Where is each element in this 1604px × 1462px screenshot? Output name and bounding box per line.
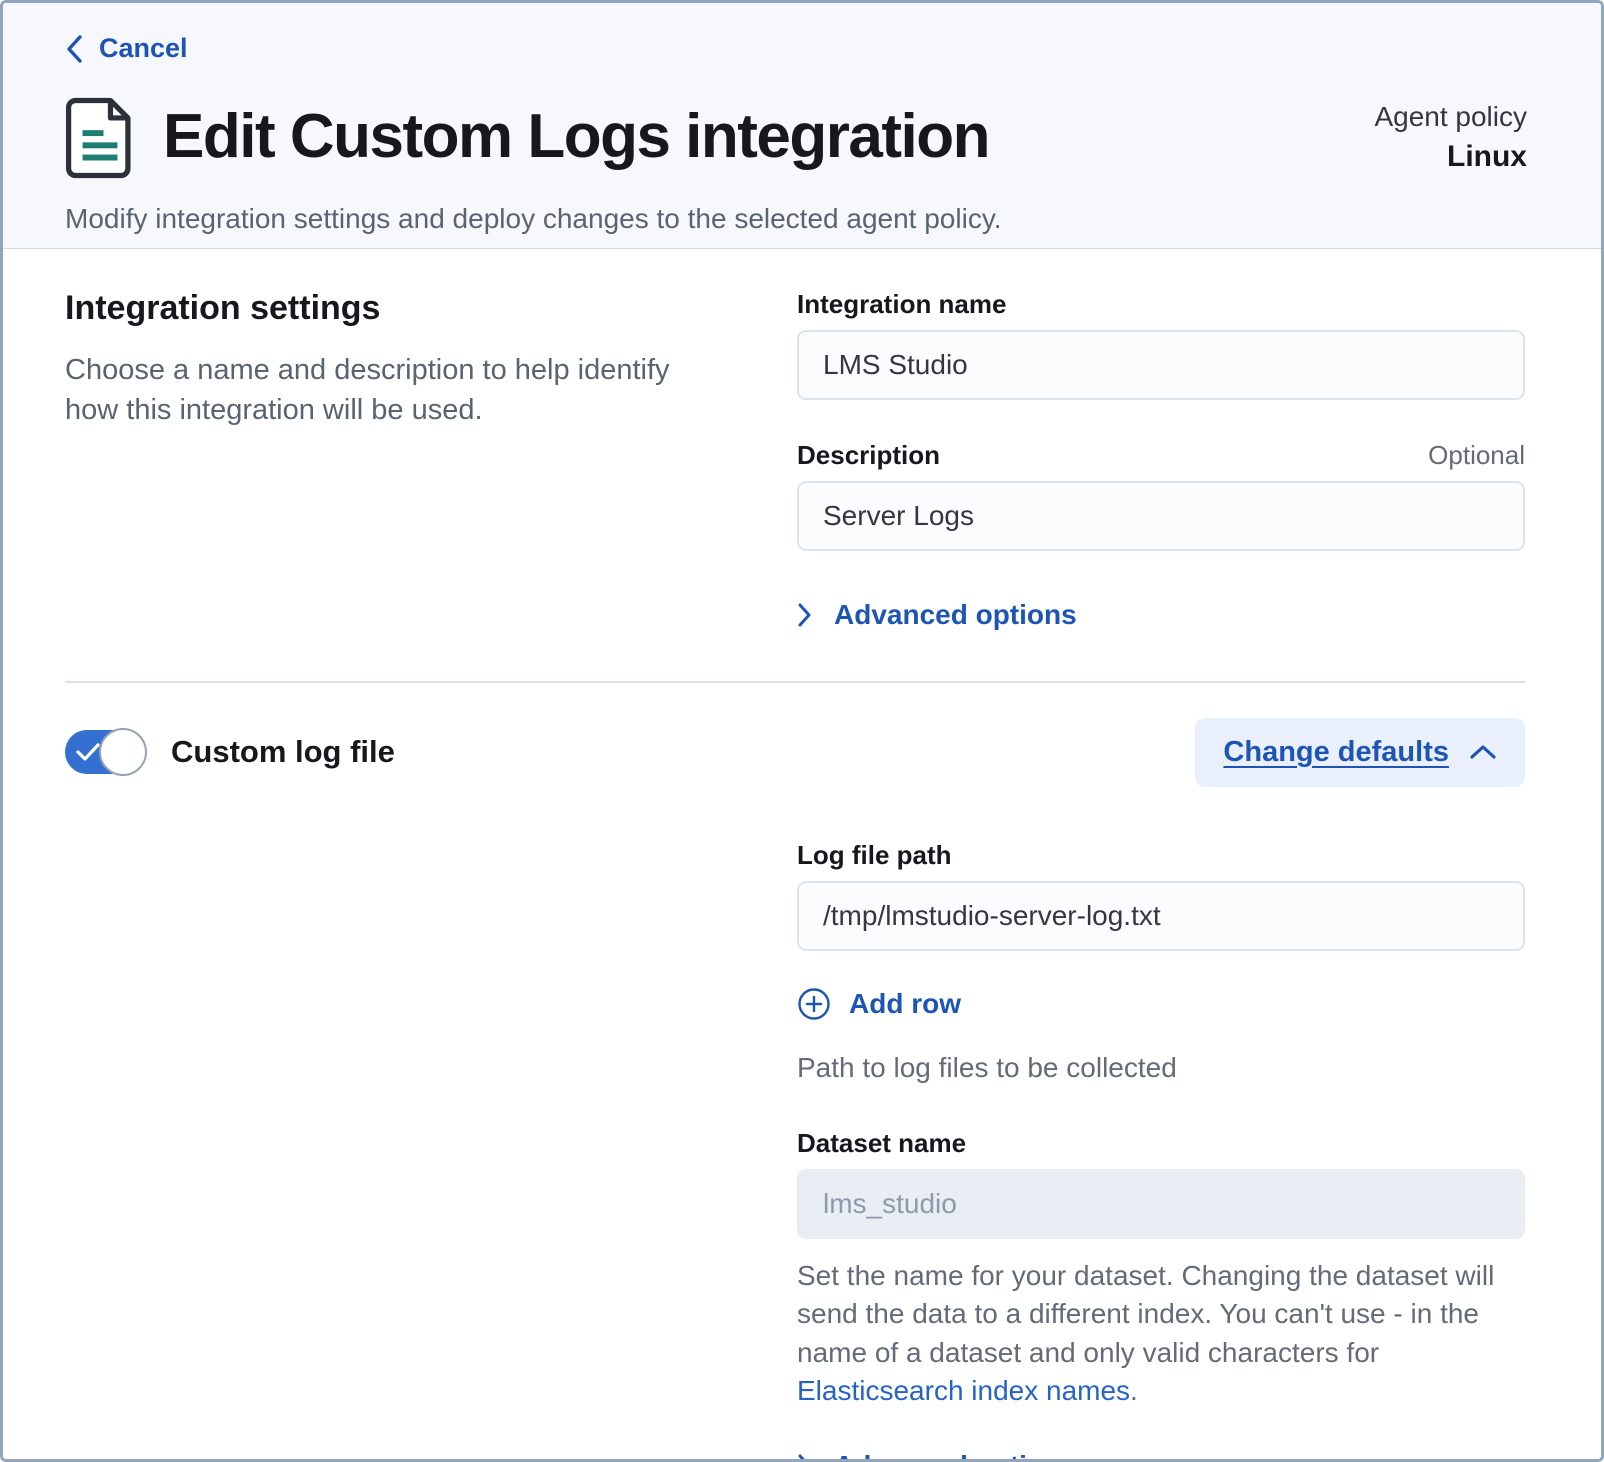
custom-log-file-header: Custom log file Change defaults: [65, 717, 1525, 787]
dataset-help-period: .: [1130, 1375, 1138, 1406]
log-file-path-help: Path to log files to be collected: [797, 1052, 1525, 1084]
chevron-right-icon: [797, 1453, 812, 1462]
change-defaults-button[interactable]: Change defaults: [1195, 718, 1525, 787]
integration-settings-description: Choose a name and description to help id…: [65, 350, 705, 430]
description-input[interactable]: [797, 481, 1525, 551]
check-icon: [75, 741, 101, 768]
advanced-options-label: Advanced options: [834, 599, 1077, 631]
log-file-path-label: Log file path: [797, 840, 952, 871]
integration-name-input[interactable]: [797, 330, 1525, 400]
dataset-name-label: Dataset name: [797, 1128, 966, 1159]
integration-settings-section: Integration settings Choose a name and d…: [65, 289, 1525, 633]
cancel-label: Cancel: [99, 33, 188, 64]
add-row-label: Add row: [849, 988, 961, 1020]
chevron-left-icon: [65, 34, 83, 64]
change-defaults-label: Change defaults: [1223, 736, 1449, 769]
advanced-options-label: Advanced options: [834, 1450, 1077, 1462]
page-subtitle: Modify integration settings and deploy c…: [65, 203, 1527, 235]
log-file-path-field: Log file path: [797, 840, 1525, 951]
dataset-name-input: [797, 1169, 1525, 1239]
custom-log-file-form: Log file path Add row Path to log files …: [797, 840, 1525, 1462]
page-title: Edit Custom Logs integration: [163, 103, 989, 171]
custom-log-file-label: Custom log file: [171, 734, 395, 770]
log-file-icon: [65, 97, 135, 179]
integration-settings-heading: Integration settings: [65, 289, 725, 328]
toggle-knob: [99, 728, 147, 776]
agent-policy-block: Agent policy Linux: [1374, 97, 1527, 177]
description-field: Description Optional: [797, 440, 1525, 551]
custom-log-file-toggle[interactable]: [65, 730, 143, 774]
optional-badge: Optional: [1428, 440, 1525, 471]
cancel-link[interactable]: Cancel: [65, 33, 188, 64]
integration-name-label: Integration name: [797, 289, 1006, 320]
add-row-button[interactable]: Add row: [797, 987, 961, 1021]
dataset-name-field: Dataset name: [797, 1128, 1525, 1239]
chevron-right-icon: [797, 602, 812, 628]
agent-policy-label: Agent policy: [1374, 99, 1527, 135]
dataset-name-help: Set the name for your dataset. Changing …: [797, 1257, 1525, 1410]
description-label: Description: [797, 440, 940, 471]
plus-in-circle-icon: [797, 987, 831, 1021]
advanced-options-toggle-log-file[interactable]: Advanced options: [797, 1450, 1077, 1462]
elasticsearch-index-names-link[interactable]: Elasticsearch index names: [797, 1375, 1130, 1406]
chevron-up-icon: [1469, 743, 1497, 761]
advanced-options-toggle-settings[interactable]: Advanced options: [797, 599, 1077, 631]
section-divider: [65, 681, 1525, 683]
edit-integration-page: Cancel Edit Custom Logs integration Agen…: [0, 0, 1604, 1462]
main-content: Integration settings Choose a name and d…: [3, 249, 1601, 1462]
agent-policy-value: Linux: [1374, 136, 1527, 178]
log-file-path-input[interactable]: [797, 881, 1525, 951]
dataset-help-text: Set the name for your dataset. Changing …: [797, 1260, 1494, 1368]
page-header: Cancel Edit Custom Logs integration Agen…: [3, 3, 1601, 249]
integration-name-field: Integration name: [797, 289, 1525, 400]
